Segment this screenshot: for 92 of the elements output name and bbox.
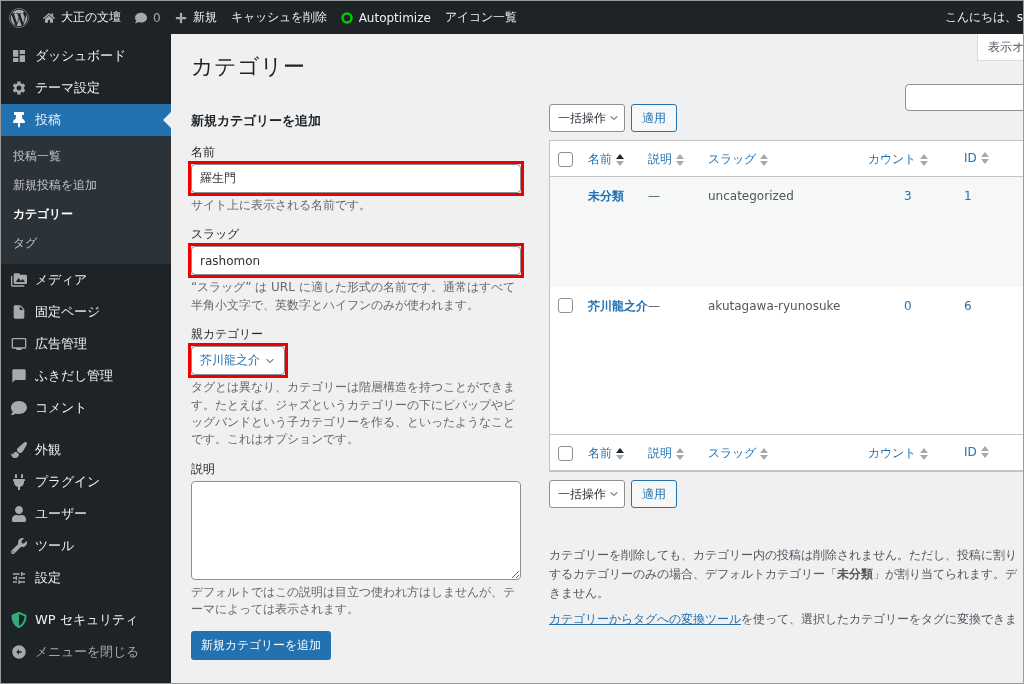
home-icon — [43, 11, 55, 24]
menu-item[interactable]: 投稿 — [1, 104, 171, 136]
column-header[interactable]: カウント — [868, 445, 964, 462]
add-category-button[interactable]: 新規カテゴリーを追加 — [191, 630, 331, 660]
sliders-icon — [11, 570, 27, 586]
submenu-item[interactable]: タグ — [1, 229, 171, 258]
menu-item[interactable]: プラグイン — [1, 466, 171, 498]
table-cell-text: 6 — [964, 298, 973, 315]
column-header[interactable]: ID — [964, 151, 1023, 165]
toolbar-link[interactable]: アイコン一覧 — [444, 9, 517, 26]
category-name-link[interactable]: 未分類 — [588, 187, 648, 207]
comment-icon — [11, 400, 27, 416]
wrench-icon — [11, 538, 27, 554]
field-label: 説明 — [191, 460, 216, 478]
table-cell-text: 1 — [964, 188, 973, 205]
circle-arrow-icon — [11, 644, 27, 660]
column-header[interactable]: 説明 — [648, 151, 708, 168]
speech-bubble-icon — [11, 368, 27, 384]
apply-button[interactable]: 適用 — [631, 480, 677, 508]
field-label: スラッグ — [191, 226, 240, 244]
monitor-icon — [11, 336, 27, 352]
checkbox[interactable] — [558, 446, 573, 461]
menu-item[interactable]: WP セキュリティ — [1, 604, 171, 636]
column-header[interactable]: ID — [964, 445, 1023, 459]
column-header[interactable]: 名前 — [588, 445, 648, 462]
bulk-action-dropdown[interactable]: 一括操作 — [549, 104, 625, 132]
menu-item[interactable]: ダッシュボード — [1, 40, 171, 72]
column-header[interactable]: 名前 — [588, 151, 648, 168]
bulk-action-dropdown[interactable]: 一括操作 — [549, 480, 625, 508]
checkbox[interactable] — [558, 298, 573, 313]
wordpress-logo-icon[interactable] — [9, 7, 29, 28]
site-link[interactable]: 大正の文壇 — [43, 9, 121, 26]
help-text: タグとは異なり、カテゴリーは階層構造を持つことができます。たとえば、ジャズというカテゴリーの下にビバップやビッグバンドという子カテゴリーを作る、といったようなことです。これはオプションです。 — [191, 379, 516, 449]
menu-item[interactable]: ユーザー — [1, 498, 171, 530]
table-cell-text: — — [648, 298, 661, 315]
field-label: 名前 — [191, 144, 216, 161]
column-header[interactable]: 説明 — [648, 445, 708, 462]
page-title: カテゴリー — [191, 53, 306, 81]
column-header[interactable]: スラッグ — [708, 445, 868, 462]
field-label: 親カテゴリー — [191, 326, 264, 344]
table-cell-text: akutagawa-ryunosuke — [708, 298, 842, 315]
menu-item[interactable]: 外観 — [1, 434, 171, 466]
gear-icon — [11, 80, 27, 96]
plus-icon — [174, 11, 187, 24]
table-cell-text: — — [648, 188, 661, 205]
ring-icon — [340, 11, 353, 24]
count-link[interactable]: 0 — [868, 297, 964, 317]
toolbar-link[interactable]: Autoptimize — [340, 10, 431, 25]
menu-item[interactable]: ツール — [1, 530, 171, 562]
shield-icon — [11, 612, 27, 628]
column-header[interactable]: スラッグ — [708, 151, 868, 168]
help-text: デフォルトではこの説明は目立つ使われ方はしませんが、テーマによっては表示されます。 — [191, 583, 516, 619]
toolbar-link[interactable]: キャッシュを削除 — [230, 9, 327, 26]
submenu-item[interactable]: 新規投稿を追加 — [1, 171, 171, 200]
note-text: カテゴリーからタグへの変換ツールを使って、選択したカテゴリーをタグに変換できま — [549, 610, 1018, 628]
parent-dropdown[interactable]: 芥川龍之介 — [191, 346, 285, 376]
submenu-item[interactable]: カテゴリー — [1, 200, 171, 229]
count-link[interactable]: 3 — [868, 187, 964, 207]
description-field[interactable] — [191, 480, 521, 580]
note-text: カテゴリーを削除しても、カテゴリー内の投稿は削除されません。ただし、投稿に割り するカテゴリーのみの場合、デフォルトカテゴリー「未分類」が割り当てられます。デ きません。 — [549, 547, 1018, 603]
category-name-link[interactable]: 芥川龍之介 — [588, 297, 648, 317]
user-icon — [11, 506, 27, 522]
apply-button[interactable]: 適用 — [631, 104, 677, 132]
greeting[interactable]: こんにちは、s — [944, 9, 1023, 26]
search-field[interactable] — [905, 84, 1023, 111]
brush-icon — [11, 442, 27, 458]
menu-item[interactable]: ふきだし管理 — [1, 360, 171, 392]
text-field[interactable]: 羅生門 — [191, 164, 521, 193]
comments-link[interactable]: 0 — [135, 10, 161, 25]
menu-item[interactable]: テーマ設定 — [1, 72, 171, 104]
plug-icon — [11, 474, 27, 490]
submenu-item[interactable]: 投稿一覧 — [1, 142, 171, 171]
menu-item[interactable]: 設定 — [1, 562, 171, 594]
comment-icon — [135, 11, 147, 24]
help-text: サイト上に表示される名前です。 — [191, 197, 372, 214]
menu-item[interactable]: メニューを閉じる — [1, 636, 171, 668]
checkbox[interactable] — [558, 152, 573, 167]
text-field[interactable]: rashomon — [191, 246, 521, 276]
converter-link[interactable]: カテゴリーからタグへの変換ツール — [549, 611, 741, 626]
table-cell-text: uncategorized — [708, 188, 795, 205]
screen-options-button[interactable]: 表示オ — [977, 34, 1023, 61]
menu-item[interactable]: コメント — [1, 392, 171, 424]
pin-icon — [11, 112, 27, 128]
form-heading: 新規カテゴリーを追加 — [191, 112, 322, 130]
media-icon — [11, 272, 27, 288]
column-header[interactable]: カウント — [868, 151, 964, 168]
new-link[interactable]: 新規 — [174, 9, 217, 26]
menu-item[interactable]: 広告管理 — [1, 328, 171, 360]
page-icon — [11, 304, 27, 320]
menu-item[interactable]: 固定ページ — [1, 296, 171, 328]
help-text: “スラッグ” は URL に適した形式の名前です。通常はすべて半角小文字で、英数字とハイフンのみが使われます。 — [191, 279, 516, 314]
menu-item[interactable]: メディア — [1, 264, 171, 296]
